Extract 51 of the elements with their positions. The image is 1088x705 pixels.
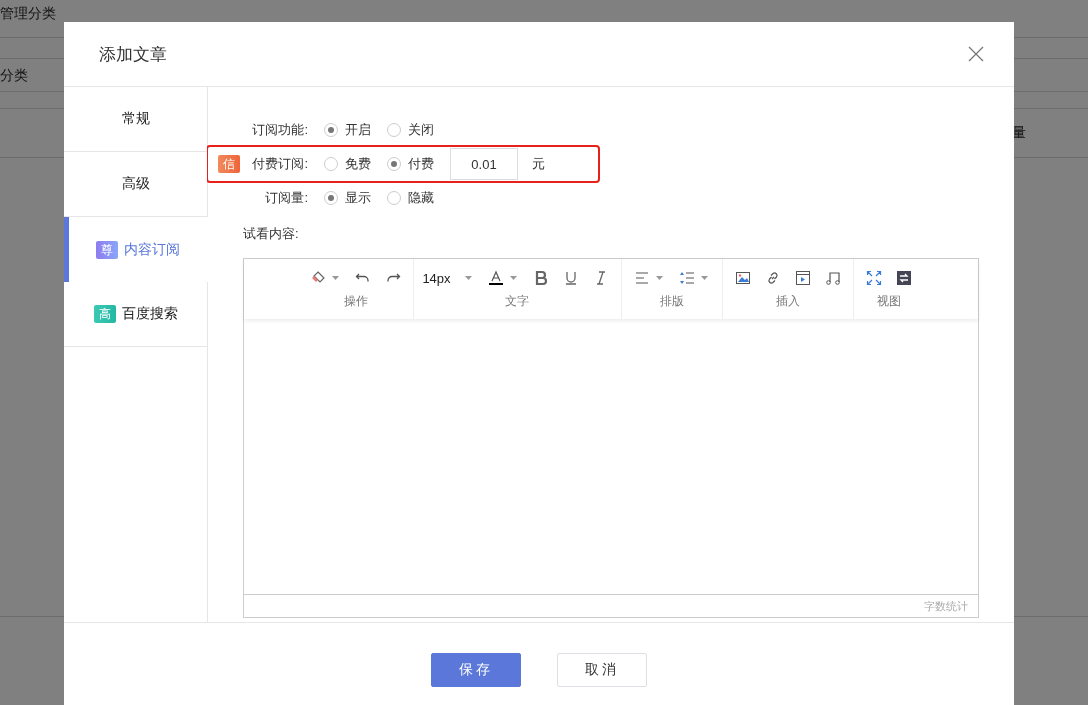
option-label: 免费	[345, 155, 371, 173]
field-label: 付费订阅:	[252, 155, 308, 173]
option-label: 隐藏	[408, 189, 434, 207]
column-header: 量	[1012, 124, 1026, 142]
badge: 尊	[96, 240, 118, 259]
group-label: 视图	[876, 293, 901, 310]
caret-icon[interactable]	[655, 276, 663, 280]
group-label: 排版	[659, 293, 684, 310]
radio-button[interactable]	[324, 157, 338, 171]
align-icon[interactable]	[633, 270, 650, 286]
caret-icon[interactable]	[700, 276, 708, 280]
nav-tab[interactable]: 尊 内容订阅	[64, 217, 208, 282]
filter-label: 分类	[0, 67, 28, 83]
unit-label: 元	[532, 155, 545, 173]
dialog-title: 添加文章	[99, 43, 167, 66]
fullscreen-icon[interactable]	[865, 270, 882, 286]
radio-button[interactable]	[387, 191, 401, 205]
word-count: 字数统计	[924, 600, 968, 612]
field-label: 订阅量:	[265, 189, 308, 207]
radio-button[interactable]	[324, 191, 338, 205]
font-color-icon[interactable]	[487, 270, 504, 286]
font-size-dropdown[interactable]: 14px	[422, 270, 451, 286]
badge: 信	[218, 155, 241, 173]
nav-tab[interactable]: 高级	[64, 152, 207, 217]
radio-button[interactable]	[387, 123, 401, 137]
image-icon[interactable]	[734, 270, 751, 286]
music-icon[interactable]	[824, 270, 841, 286]
option-label: 关闭	[408, 121, 434, 139]
option-label: 开启	[345, 121, 371, 139]
rich-text-editor[interactable]: 操作 14px 文字 排版 插入 视图 字数统计	[243, 258, 979, 618]
option-label: 付费	[408, 155, 434, 173]
radio-button[interactable]	[387, 157, 401, 171]
option-label: 显示	[345, 189, 371, 207]
field-label: 订阅功能:	[252, 121, 308, 139]
save-button[interactable]: 保存	[431, 653, 521, 687]
line-height-icon[interactable]	[678, 270, 695, 286]
badge: 高	[93, 305, 116, 323]
caret-icon[interactable]	[332, 276, 340, 280]
cancel-button[interactable]: 取消	[557, 653, 647, 687]
price-field[interactable]: 0.01	[450, 148, 518, 180]
group-label: 插入	[775, 293, 800, 310]
video-icon[interactable]	[794, 270, 811, 286]
group-label: 操作	[343, 293, 368, 310]
radio-button[interactable]	[324, 123, 338, 137]
field-label: 试看内容:	[243, 226, 299, 241]
group-label: 文字	[505, 293, 530, 310]
page-title: 管理分类	[0, 5, 56, 21]
caret-icon[interactable]	[464, 276, 472, 280]
code-view-icon[interactable]	[895, 270, 912, 286]
caret-icon[interactable]	[509, 276, 517, 280]
close-icon[interactable]	[968, 46, 984, 62]
